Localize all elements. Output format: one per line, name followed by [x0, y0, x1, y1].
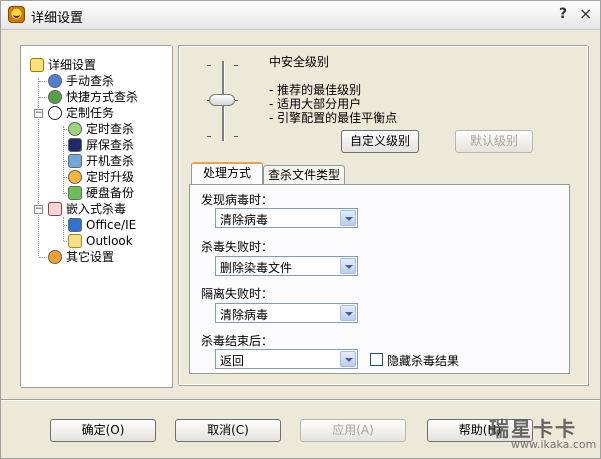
quarantine-failed-value: 清除病毒	[220, 308, 269, 322]
title-bar[interactable]: 详细设置 ? ×	[1, 1, 600, 30]
update-icon	[68, 170, 82, 184]
tree-item-label: 开机查杀	[86, 154, 135, 168]
tree-line	[63, 217, 64, 241]
clock-icon	[48, 106, 62, 120]
tree-item-scheduled-update[interactable]: 定时升级	[68, 169, 134, 185]
tree-item-detail-settings[interactable]: 详细设置	[30, 57, 96, 73]
tree-item-startup-scan[interactable]: 开机查杀	[68, 153, 134, 169]
startup-icon	[68, 154, 82, 168]
scan-finished-label: 杀毒结束后：	[201, 334, 274, 348]
chevron-down-icon[interactable]	[340, 258, 356, 274]
tree-item-scheduled-scan[interactable]: 定时查杀	[68, 121, 134, 137]
footer-separator	[1, 399, 600, 401]
hide-results-checkbox[interactable]	[370, 353, 383, 366]
tree-item-label: 嵌入式杀毒	[66, 202, 127, 216]
tree-item-label: 硬盘备份	[86, 186, 135, 200]
clean-failed-label: 杀毒失败时：	[201, 240, 274, 254]
tree-item-label: 快捷方式查杀	[66, 90, 139, 104]
tree-item-label: 定时查杀	[86, 122, 135, 136]
tree-item-label: 定时升级	[86, 170, 135, 184]
virus-found-label: 发现病毒时：	[201, 193, 274, 207]
chevron-down-icon[interactable]	[340, 351, 356, 367]
default-level-button[interactable]: 默认级别	[455, 130, 533, 153]
tree-item-label: 手动查杀	[66, 74, 115, 88]
tree-item-label: 详细设置	[48, 58, 97, 72]
tree-line	[63, 126, 64, 194]
custom-level-button[interactable]: 自定义级别	[341, 130, 419, 153]
rising-lion-icon	[8, 6, 25, 23]
tree-item-label: 其它设置	[66, 250, 115, 264]
apply-button[interactable]: 应用(A)	[300, 419, 406, 442]
outlook-icon	[68, 234, 82, 248]
tree-item-label: 定制任务	[66, 106, 115, 120]
settings-root-icon	[30, 58, 44, 72]
help-title-button[interactable]: ?	[559, 7, 567, 21]
security-level-desc: - 引擎配置的最佳平衡点	[269, 111, 398, 125]
slider-tick	[234, 136, 238, 137]
tab-scan-file-types[interactable]: 查杀文件类型	[263, 165, 345, 185]
cancel-button[interactable]: 取消(C)	[175, 419, 281, 442]
scan-finished-value: 返回	[220, 354, 245, 368]
settings-window: 详细设置 ? × − − 详细设置 手动查杀 快捷方式查杀 定制任务 定时查杀 …	[0, 0, 601, 459]
security-level-desc: - 推荐的最佳级别	[269, 83, 362, 97]
disk-backup-icon	[68, 186, 82, 200]
tab-handling-method[interactable]: 处理方式	[191, 162, 263, 184]
tree-item-label: 屏保查杀	[86, 138, 135, 152]
hide-results-label[interactable]: 隐藏杀毒结果	[387, 352, 459, 369]
tree-item-label: Office/IE	[86, 218, 137, 232]
slider-tick	[234, 65, 238, 66]
window-title: 详细设置	[31, 11, 84, 26]
scan-finished-select[interactable]: 返回	[215, 349, 358, 369]
tree-item-screensaver-scan[interactable]: 屏保查杀	[68, 137, 134, 153]
virus-found-value: 清除病毒	[220, 213, 269, 227]
ok-button[interactable]: 确定(O)	[50, 419, 156, 442]
tree-line	[39, 97, 47, 98]
slider-tick	[207, 65, 211, 66]
chevron-down-icon[interactable]	[340, 305, 356, 321]
security-level-slider-thumb[interactable]	[209, 94, 235, 106]
tree-item-outlook[interactable]: Outlook	[68, 233, 133, 249]
tree-item-other-settings[interactable]: 其它设置	[48, 249, 114, 265]
security-level-title: 中安全级别	[269, 55, 330, 69]
tree-line	[38, 78, 39, 256]
tree-item-custom-tasks[interactable]: 定制任务	[48, 105, 114, 121]
security-level-desc: - 适用大部分用户	[269, 97, 362, 111]
expand-toggle[interactable]: −	[34, 109, 43, 118]
clean-failed-value: 删除染毒文件	[220, 261, 293, 275]
virus-found-select[interactable]: 清除病毒	[215, 208, 358, 228]
slider-tick	[207, 136, 211, 137]
scheduled-scan-icon	[68, 122, 82, 136]
shortcut-scan-icon	[48, 90, 62, 104]
watermark-url: www.ikaka.com	[511, 438, 597, 451]
tree-line	[39, 257, 47, 258]
tree-line	[39, 81, 47, 82]
tree-item-shortcut-scan[interactable]: 快捷方式查杀	[48, 89, 138, 105]
quarantine-failed-label: 隔离失败时：	[201, 287, 274, 301]
tree-item-disk-backup[interactable]: 硬盘备份	[68, 185, 134, 201]
tree-item-embedded-scan[interactable]: 嵌入式杀毒	[48, 201, 126, 217]
tree-item-office-ie[interactable]: Office/IE	[68, 217, 136, 233]
tree-item-manual-scan[interactable]: 手动查杀	[48, 73, 114, 89]
close-button[interactable]: ×	[579, 6, 592, 22]
office-ie-icon	[68, 218, 82, 232]
quarantine-failed-select[interactable]: 清除病毒	[215, 303, 358, 323]
expand-toggle[interactable]: −	[34, 205, 43, 214]
chevron-down-icon[interactable]	[340, 210, 356, 226]
monitor-icon	[68, 138, 82, 152]
user-scan-icon	[48, 74, 62, 88]
clean-failed-select[interactable]: 删除染毒文件	[215, 256, 358, 276]
gear-icon	[48, 250, 62, 264]
tree-item-label: Outlook	[86, 234, 133, 248]
embedded-scan-icon	[48, 202, 62, 216]
